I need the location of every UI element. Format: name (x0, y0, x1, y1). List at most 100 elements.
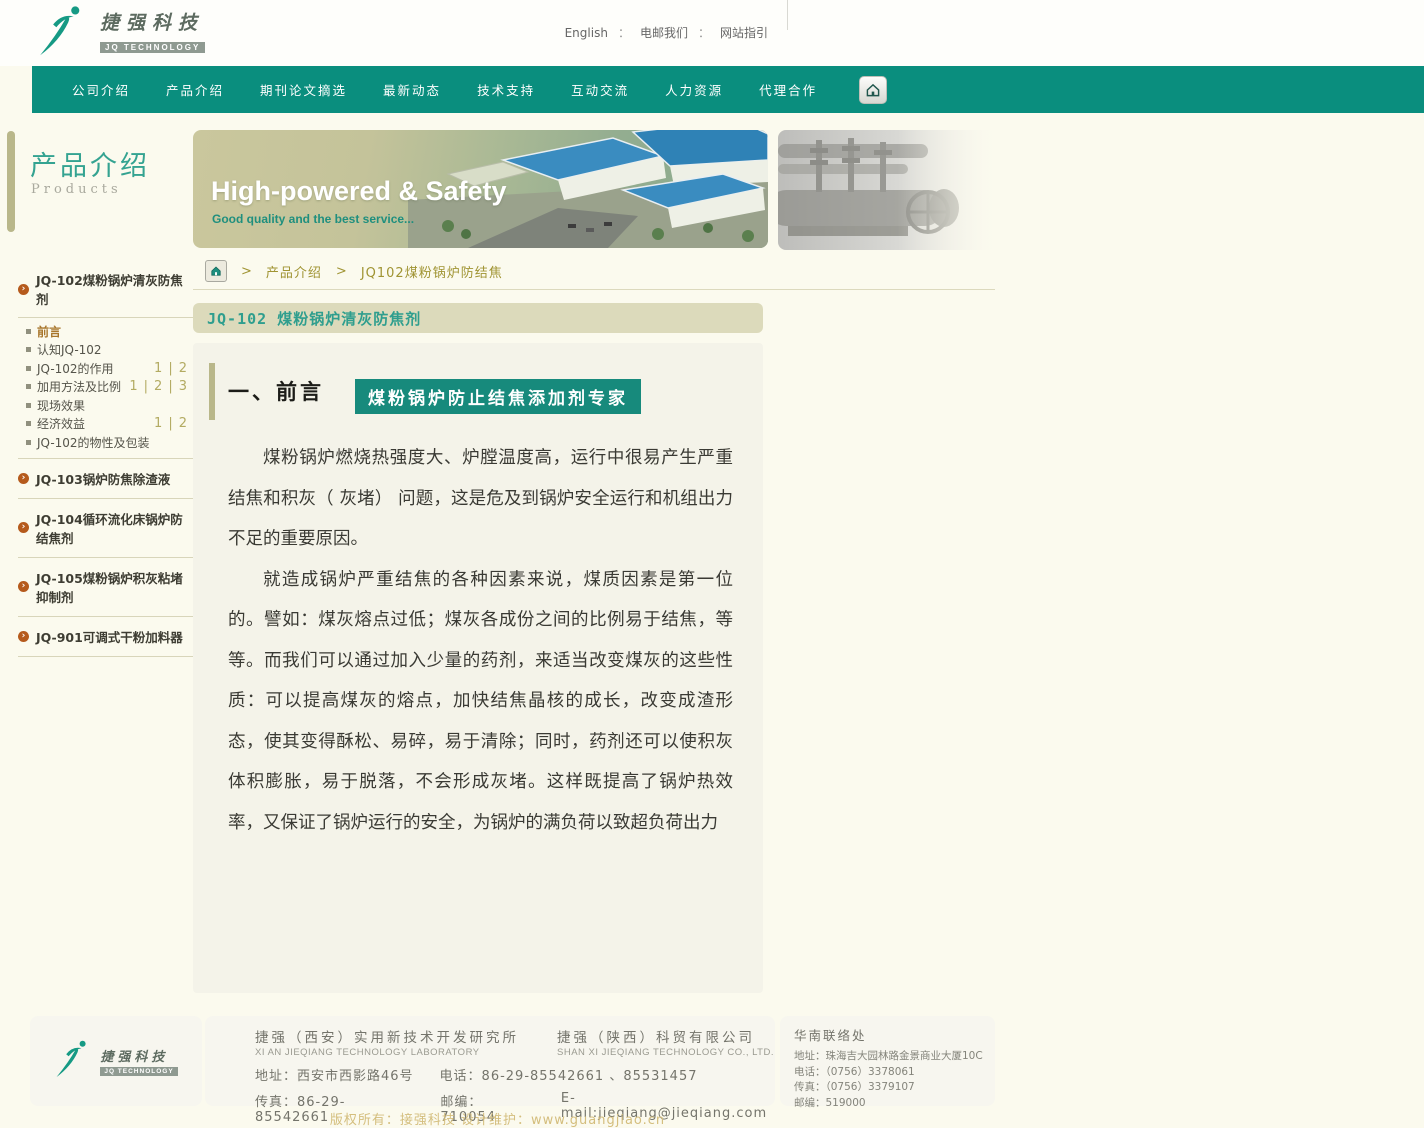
south-office-address: 地址：珠海吉大园林路金景商业大厦10C (794, 1049, 995, 1065)
page-link-1[interactable]: 1 (154, 361, 162, 376)
header-divider (787, 0, 788, 30)
nav-item-products[interactable]: 产品介绍 (166, 80, 224, 99)
bullet-square-icon (26, 366, 31, 371)
footer-logo-en: JQ TECHNOLOGY (100, 1067, 177, 1076)
breadcrumb-home-button[interactable] (205, 260, 227, 282)
breadcrumb-separator: > (241, 264, 252, 279)
paragraph-1: 煤粉锅炉燃烧热强度大、炉膛温度高，运行中很易产生严重结焦和积灰（ 灰堵） 问题，… (228, 438, 733, 560)
article-body: 煤粉锅炉燃烧热强度大、炉膛温度高，运行中很易产生严重结焦和积灰（ 灰堵） 问题，… (228, 438, 733, 843)
company-1: 捷强（西安）实用新技术开发研究所 XI AN JIEQIANG TECHNOLO… (255, 1026, 519, 1058)
main-nav: 公司介绍 产品介绍 期刊论文摘选 最新动态 技术支持 互动交流 人力资源 代理合… (32, 66, 1424, 113)
company-1-name: 捷强（西安）实用新技术开发研究所 (255, 1026, 519, 1046)
nav-item-support[interactable]: 技术支持 (477, 80, 535, 99)
sidebar-item-jq103[interactable]: › JQ-103锅炉防焦除渣液 (18, 459, 193, 498)
sidebar-item-field-results[interactable]: 现场效果 (26, 396, 193, 415)
company-1-name-en: XI AN JIEQIANG TECHNOLOGY LABORATORY (255, 1047, 519, 1058)
link-english[interactable]: English (565, 26, 608, 40)
nav-item-news[interactable]: 最新动态 (383, 80, 441, 99)
sidebar-item-jq102[interactable]: › JQ-102煤粉锅炉清灰防焦剂 (18, 262, 193, 317)
footer-logo-cn: 捷强科技 (100, 1050, 168, 1065)
page-separator: | (168, 416, 172, 431)
link-separator: ： (698, 24, 710, 41)
logo-cn-label: 捷强科技 (100, 12, 204, 34)
page-separator: | (168, 379, 172, 394)
link-separator: ： (618, 24, 630, 41)
bullet-square-icon (26, 347, 31, 352)
bullet-arrow-icon: › (18, 284, 29, 295)
photo-fade-overlay (778, 130, 995, 250)
south-office-title: 华南联络处 (794, 1025, 995, 1044)
breadcrumb-separator: > (336, 264, 347, 279)
page-link-3[interactable]: 3 (179, 379, 187, 394)
sidebar-item-usage[interactable]: 加用方法及比例 1 | 2 | 3 (26, 378, 193, 397)
home-icon (210, 265, 222, 277)
south-office-phone: 电话：（0756）3378061 (794, 1065, 995, 1081)
footer-company-panel: 捷强（西安）实用新技术开发研究所 XI AN JIEQIANG TECHNOLO… (205, 1016, 775, 1106)
company-2: 捷强（陕西）科贸有限公司 SHAN XI JIEQIANG TECHNOLOGY… (557, 1026, 774, 1058)
page-link-2[interactable]: 2 (179, 416, 187, 431)
page-separator: | (144, 379, 148, 394)
logo-swoosh-icon (36, 4, 94, 58)
sidebar-item-properties-packaging[interactable]: JQ-102的物性及包装 (26, 433, 193, 452)
page-link-1[interactable]: 1 (154, 416, 162, 431)
banner-tagline: Good quality and the best service... (212, 212, 414, 226)
company-2-name-en: SHAN XI JIEQIANG TECHNOLOGY CO., LTD. (557, 1047, 774, 1058)
footer-logo-panel: 捷强科技 JQ TECHNOLOGY (30, 1016, 202, 1106)
header-links: English ： 电邮我们 ： 网站指引 (565, 24, 768, 41)
sidebar-item-economic-benefit[interactable]: 经济效益 1 | 2 (26, 415, 193, 434)
nav-item-journal[interactable]: 期刊论文摘选 (260, 80, 347, 99)
bullet-square-icon (26, 329, 31, 334)
sidebar-title: 产品介绍 (30, 144, 150, 183)
link-sitemap[interactable]: 网站指引 (720, 24, 768, 41)
footer-phone: 电话：86-29-85542661 、85531457 (440, 1065, 698, 1084)
nav-item-interaction[interactable]: 互动交流 (571, 80, 629, 99)
home-button[interactable] (859, 76, 887, 104)
footer-address: 地址：西安市西影路46号 (255, 1065, 414, 1084)
sidebar-item-about-jq102[interactable]: 认知JQ-102 (26, 341, 193, 360)
page-link-2[interactable]: 2 (179, 361, 187, 376)
site-logo[interactable]: 捷强科技 JQ TECHNOLOGY (36, 4, 205, 58)
sidebar-submenu: 前言 认知JQ-102 JQ-102的作用 1 | 2 加用方法及比例 1 | … (18, 318, 193, 458)
paragraph-2: 就造成锅炉严重结焦的各种因素来说，煤质因素是第一位的。譬如：煤灰熔点过低；煤灰各… (228, 560, 733, 844)
south-office-fax: 传真：（0756）3379107 (794, 1080, 995, 1096)
link-email-us[interactable]: 电邮我们 (640, 24, 688, 41)
content-panel: 一、前言 煤粉锅炉防止结焦添加剂专家 煤粉锅炉燃烧热强度大、炉膛温度高，运行中很… (193, 343, 763, 993)
bullet-arrow-icon: › (18, 473, 29, 484)
sidebar-accent-bar (7, 131, 15, 232)
section-badge: 煤粉锅炉防止结焦添加剂专家 (355, 379, 641, 414)
breadcrumb: > 产品介绍 > JQ102煤粉锅炉防结焦 (205, 260, 503, 282)
breadcrumb-rule (193, 289, 995, 290)
page-link-1[interactable]: 1 (129, 379, 137, 394)
sidebar-subtitle: Products (31, 182, 122, 197)
sidebar-item-function[interactable]: JQ-102的作用 1 | 2 (26, 359, 193, 378)
sidebar-item-foreword[interactable]: 前言 (26, 322, 193, 341)
breadcrumb-products[interactable]: 产品介绍 (266, 262, 322, 281)
divider (18, 656, 193, 657)
breadcrumb-current[interactable]: JQ102煤粉锅炉防结焦 (361, 262, 503, 281)
bullet-arrow-icon: › (18, 522, 29, 533)
page-title: JQ-102 煤粉锅炉清灰防焦剂 (207, 308, 421, 329)
bullet-square-icon (26, 384, 31, 389)
bullet-arrow-icon: › (18, 631, 29, 642)
hero-banner: High-powered & Safety Good quality and t… (193, 130, 768, 248)
sidebar-item-jq104[interactable]: › JQ-104循环流化床锅炉防结焦剂 (18, 499, 193, 557)
page-title-bar: JQ-102 煤粉锅炉清灰防焦剂 (193, 303, 763, 333)
bullet-square-icon (26, 440, 31, 445)
bullet-square-icon (26, 421, 31, 426)
copyright: 版权所有：接强科技 设计维护：www.guangjiao.cn (0, 1109, 995, 1128)
company-2-name: 捷强（陕西）科贸有限公司 (557, 1026, 774, 1046)
section-heading: 一、前言 (228, 376, 324, 406)
nav-item-company[interactable]: 公司介绍 (72, 80, 130, 99)
page-separator: | (168, 361, 172, 376)
nav-item-agency[interactable]: 代理合作 (759, 80, 817, 99)
nav-item-hr[interactable]: 人力资源 (665, 80, 723, 99)
footer-south-office-panel: 华南联络处 地址：珠海吉大园林路金景商业大厦10C 电话：（0756）33780… (780, 1016, 995, 1106)
sidebar-item-jq901[interactable]: › JQ-901可调式干粉加料器 (18, 617, 193, 656)
home-icon (865, 82, 881, 98)
page-link-2[interactable]: 2 (154, 379, 162, 394)
banner-headline: High-powered & Safety (211, 176, 507, 207)
sidebar-item-jq105[interactable]: › JQ-105煤粉锅炉积灰粘堵抑制剂 (18, 558, 193, 616)
bullet-arrow-icon: › (18, 581, 29, 592)
equipment-photo (778, 130, 995, 250)
logo-swoosh-icon (54, 1039, 96, 1083)
